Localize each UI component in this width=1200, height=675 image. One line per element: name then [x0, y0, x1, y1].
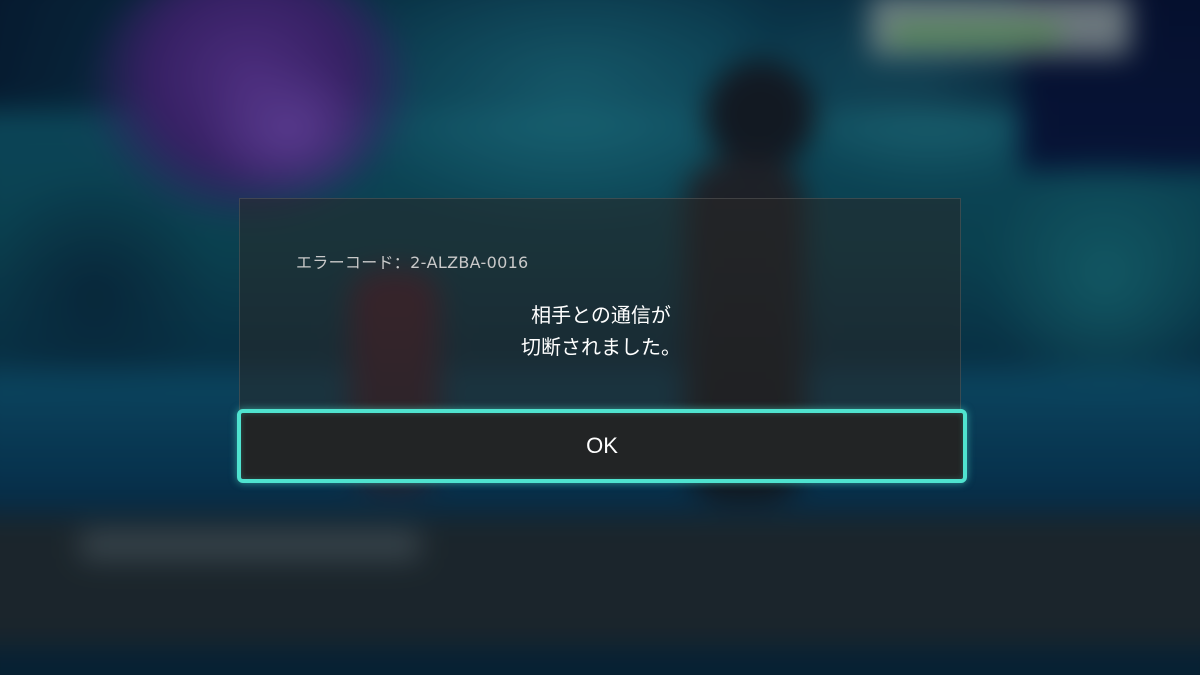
- error-dialog-body: エラーコード：2-ALZBA-0016 相手との通信が 切断されました。: [239, 198, 961, 410]
- error-message: 相手との通信が 切断されました。: [240, 299, 962, 363]
- error-message-line-1: 相手との通信が: [531, 303, 671, 327]
- error-code-label: エラーコード：2-ALZBA-0016: [296, 253, 529, 272]
- error-dialog: エラーコード：2-ALZBA-0016 相手との通信が 切断されました。 OK: [237, 198, 967, 483]
- ok-button[interactable]: OK: [237, 409, 967, 483]
- error-message-line-2: 切断されました。: [521, 335, 681, 359]
- game-screen: エラーコード：2-ALZBA-0016 相手との通信が 切断されました。 OK: [0, 0, 1200, 675]
- ok-button-label: OK: [586, 433, 618, 458]
